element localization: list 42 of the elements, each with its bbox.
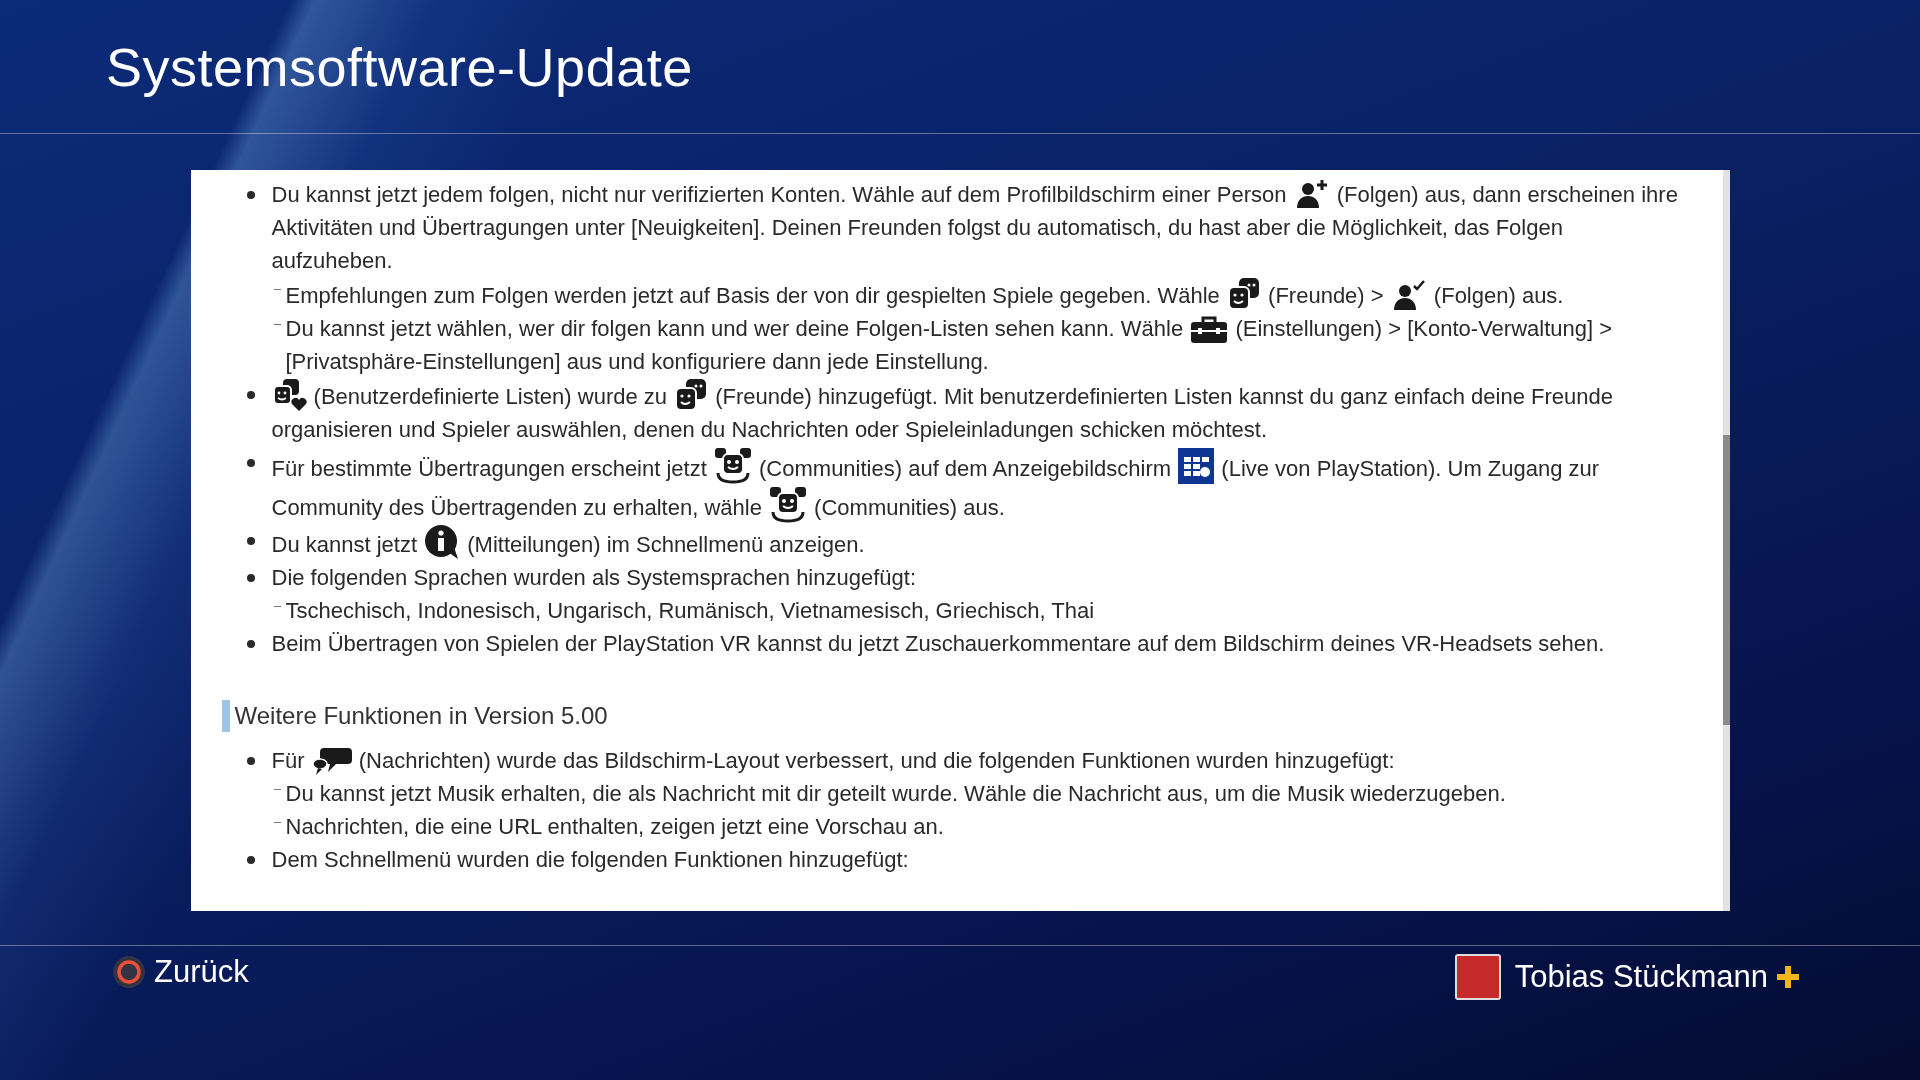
note-text: Empfehlungen zum Folgen werden jetzt auf Basis der von dir gespielten Spiele gegeben. Wähle (Freunde) > (Folgen) aus. xyxy=(285,277,1683,312)
bullet-icon xyxy=(246,391,255,399)
note-text: Nachrichten, die eine URL enthalten, zeigen jetzt eine Vorschau an. xyxy=(285,813,945,841)
friends-heart-icon xyxy=(272,378,307,412)
screen-title: Systemsoftware-Update xyxy=(106,35,693,98)
note-text: Dem Schnellmenü wurden die folgenden Funktionen hinzugefügt: xyxy=(271,846,910,874)
friends-icon xyxy=(674,378,709,412)
user-name[interactable]: Tobias Stückmann xyxy=(1514,959,1768,995)
accent-bar xyxy=(221,700,230,732)
bullet-icon xyxy=(246,574,255,582)
live-icon xyxy=(1178,448,1215,484)
bullet-icon xyxy=(246,856,255,864)
back-label[interactable]: Zurück xyxy=(154,954,249,990)
note-text: Für (Nachrichten) wurde das Bildschirm-Layout verbessert, und die folgenden Funktionen wurden hinzugefügt: xyxy=(271,744,1683,777)
bullet-icon xyxy=(246,459,255,467)
toolbox-icon xyxy=(1190,316,1229,344)
note-text: Die folgenden Sprachen wurden als Systemsprachen hinzugefügt: xyxy=(271,564,917,592)
note-text: Beim Übertragen von Spielen der PlayStation VR kannst du jetzt Zuschauerkommentare auf dem Bildschirm deines VR-Headsets sehen. xyxy=(271,630,1606,658)
bullet-icon xyxy=(246,191,255,199)
note-text: Tschechisch, Indonesisch, Ungarisch, Rumänisch, Vietnamesisch, Griechisch, Thai xyxy=(285,597,1096,625)
note-text: Für bestimmte Übertragungen erscheint jetzt (Communities) auf dem Anzeigebildschirm (Live von PlayStation). Um Zugang zur Community des Übertragenden zu erhalten, wähle (Communities) aus. xyxy=(271,446,1683,524)
info-icon xyxy=(424,524,461,560)
dash-icon xyxy=(273,324,281,325)
dash-icon xyxy=(273,822,281,823)
dash-icon xyxy=(273,789,281,790)
dash-icon xyxy=(273,289,281,290)
note-text: Du kannst jetzt jedem folgen, nicht nur verifizierten Konten. Wähle auf dem Profilbildschirm einer Person (Folgen) aus, dann erscheinen ihre Aktivitäten und Übertragungen unter [Neuigkeiten]. Deinen Freunden folgst du automatisch, du hast aber die Möglichkeit, das Folgen aufzuheben. xyxy=(271,178,1683,277)
avatar-picture[interactable] xyxy=(1454,954,1501,1000)
note-text: Du kannst jetzt Musik erhalten, die als Nachricht mit dir geteilt wurde. Wähle die Nachricht aus, um die Musik wiederzugeben. xyxy=(285,780,1507,808)
note-text: (Benutzerdefinierte Listen) wurde zu (Freunde) hinzugefügt. Mit benutzerdefinierten Listen kannst du ganz einfach deine Freunde organisieren und Spieler auswählen, denen du Nachrichten oder Spieleinladungen schicken möchtest. xyxy=(271,378,1683,446)
dash-icon xyxy=(273,606,281,607)
communities-icon xyxy=(713,446,752,484)
bullet-icon xyxy=(246,640,255,648)
bullet-icon xyxy=(246,757,255,765)
note-text: Du kannst jetzt wählen, wer dir folgen kann und wer deine Folgen-Listen sehen kann. Wähle (Einstellungen) > [Konto-Verwaltung] > [Privatsphäre-Einstellungen] aus und konfiguriere dann jede Einstellung. xyxy=(285,315,1614,376)
bullet-icon xyxy=(246,537,255,545)
scroll-bar[interactable] xyxy=(1722,170,1730,911)
section-heading: Weitere Funktionen in Version 5.00 xyxy=(234,701,608,731)
note-text: Du kannst jetzt (Mitteilungen) im Schnellmenü anzeigen. xyxy=(271,524,1683,561)
plus-icon xyxy=(1776,965,1800,989)
communities-icon xyxy=(769,485,807,523)
circle-button-icon xyxy=(112,955,146,989)
